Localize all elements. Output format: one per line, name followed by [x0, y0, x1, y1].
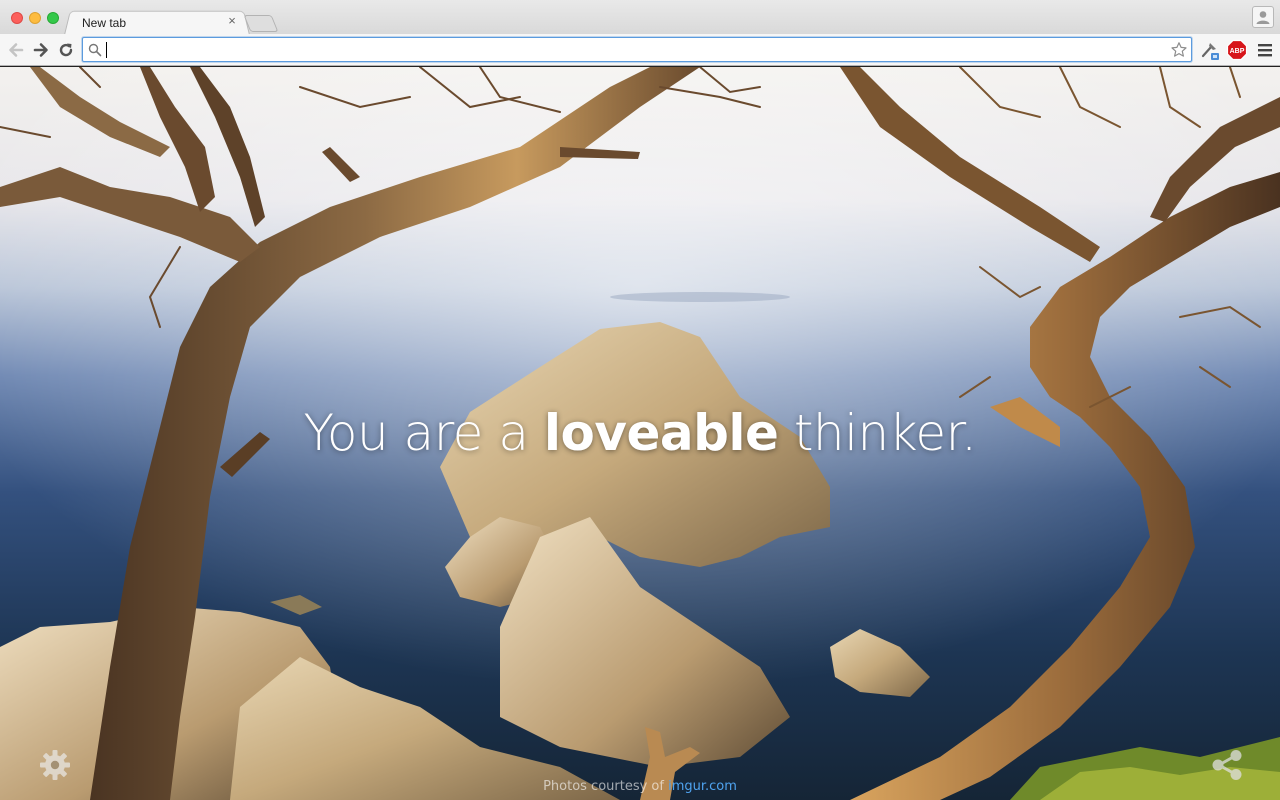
reload-button[interactable] — [56, 40, 76, 60]
adblock-plus-icon: ABP — [1226, 39, 1248, 61]
tab-new-tab[interactable]: New tab × — [70, 11, 244, 34]
menu-button[interactable] — [1254, 39, 1276, 61]
tab-title: New tab — [82, 16, 127, 30]
extension-button[interactable] — [1199, 39, 1221, 61]
credit-text: Photos courtesy of — [543, 779, 669, 794]
bookmark-star-button[interactable] — [1170, 41, 1188, 59]
back-icon — [9, 43, 24, 57]
imgur-link[interactable]: imgur.com — [668, 779, 737, 794]
tab-close-icon[interactable]: × — [224, 13, 240, 29]
address-input[interactable] — [105, 40, 1165, 59]
share-icon — [1212, 750, 1242, 780]
window-close-button[interactable] — [11, 12, 23, 24]
forward-button[interactable] — [31, 40, 51, 60]
settings-button[interactable] — [38, 748, 72, 782]
search-icon — [88, 43, 102, 57]
photo-credit: Photos courtesy of imgur.com — [0, 779, 1280, 794]
extension-icon — [1201, 43, 1219, 60]
person-icon — [1256, 11, 1270, 24]
menu-icon — [1258, 44, 1272, 57]
omnibox[interactable] — [82, 37, 1192, 62]
share-button[interactable] — [1209, 747, 1245, 783]
quote-prefix: You are a — [303, 404, 544, 462]
text-caret — [106, 42, 107, 58]
reload-icon — [59, 43, 73, 57]
quote-emphasis: loveable — [543, 404, 779, 462]
profile-button[interactable] — [1252, 6, 1274, 28]
toolbar: ABP — [0, 34, 1280, 66]
window-zoom-button[interactable] — [47, 12, 59, 24]
quote-text: You are a loveable thinker. — [0, 404, 1280, 462]
quote-suffix: thinker. — [778, 404, 977, 462]
gear-icon — [40, 750, 70, 780]
new-tab-button[interactable] — [243, 15, 279, 32]
browser-window: New tab × ABP You are a loveable thinker… — [0, 0, 1280, 800]
star-icon — [1171, 42, 1187, 57]
adblock-plus-button[interactable]: ABP — [1226, 39, 1248, 61]
abp-badge-label: ABP — [1230, 48, 1245, 55]
back-button[interactable] — [6, 40, 26, 60]
forward-icon — [33, 43, 48, 57]
tab-strip: New tab × — [0, 0, 1280, 35]
new-tab-page: You are a loveable thinker. Photos court… — [0, 67, 1280, 800]
window-minimize-button[interactable] — [29, 12, 41, 24]
